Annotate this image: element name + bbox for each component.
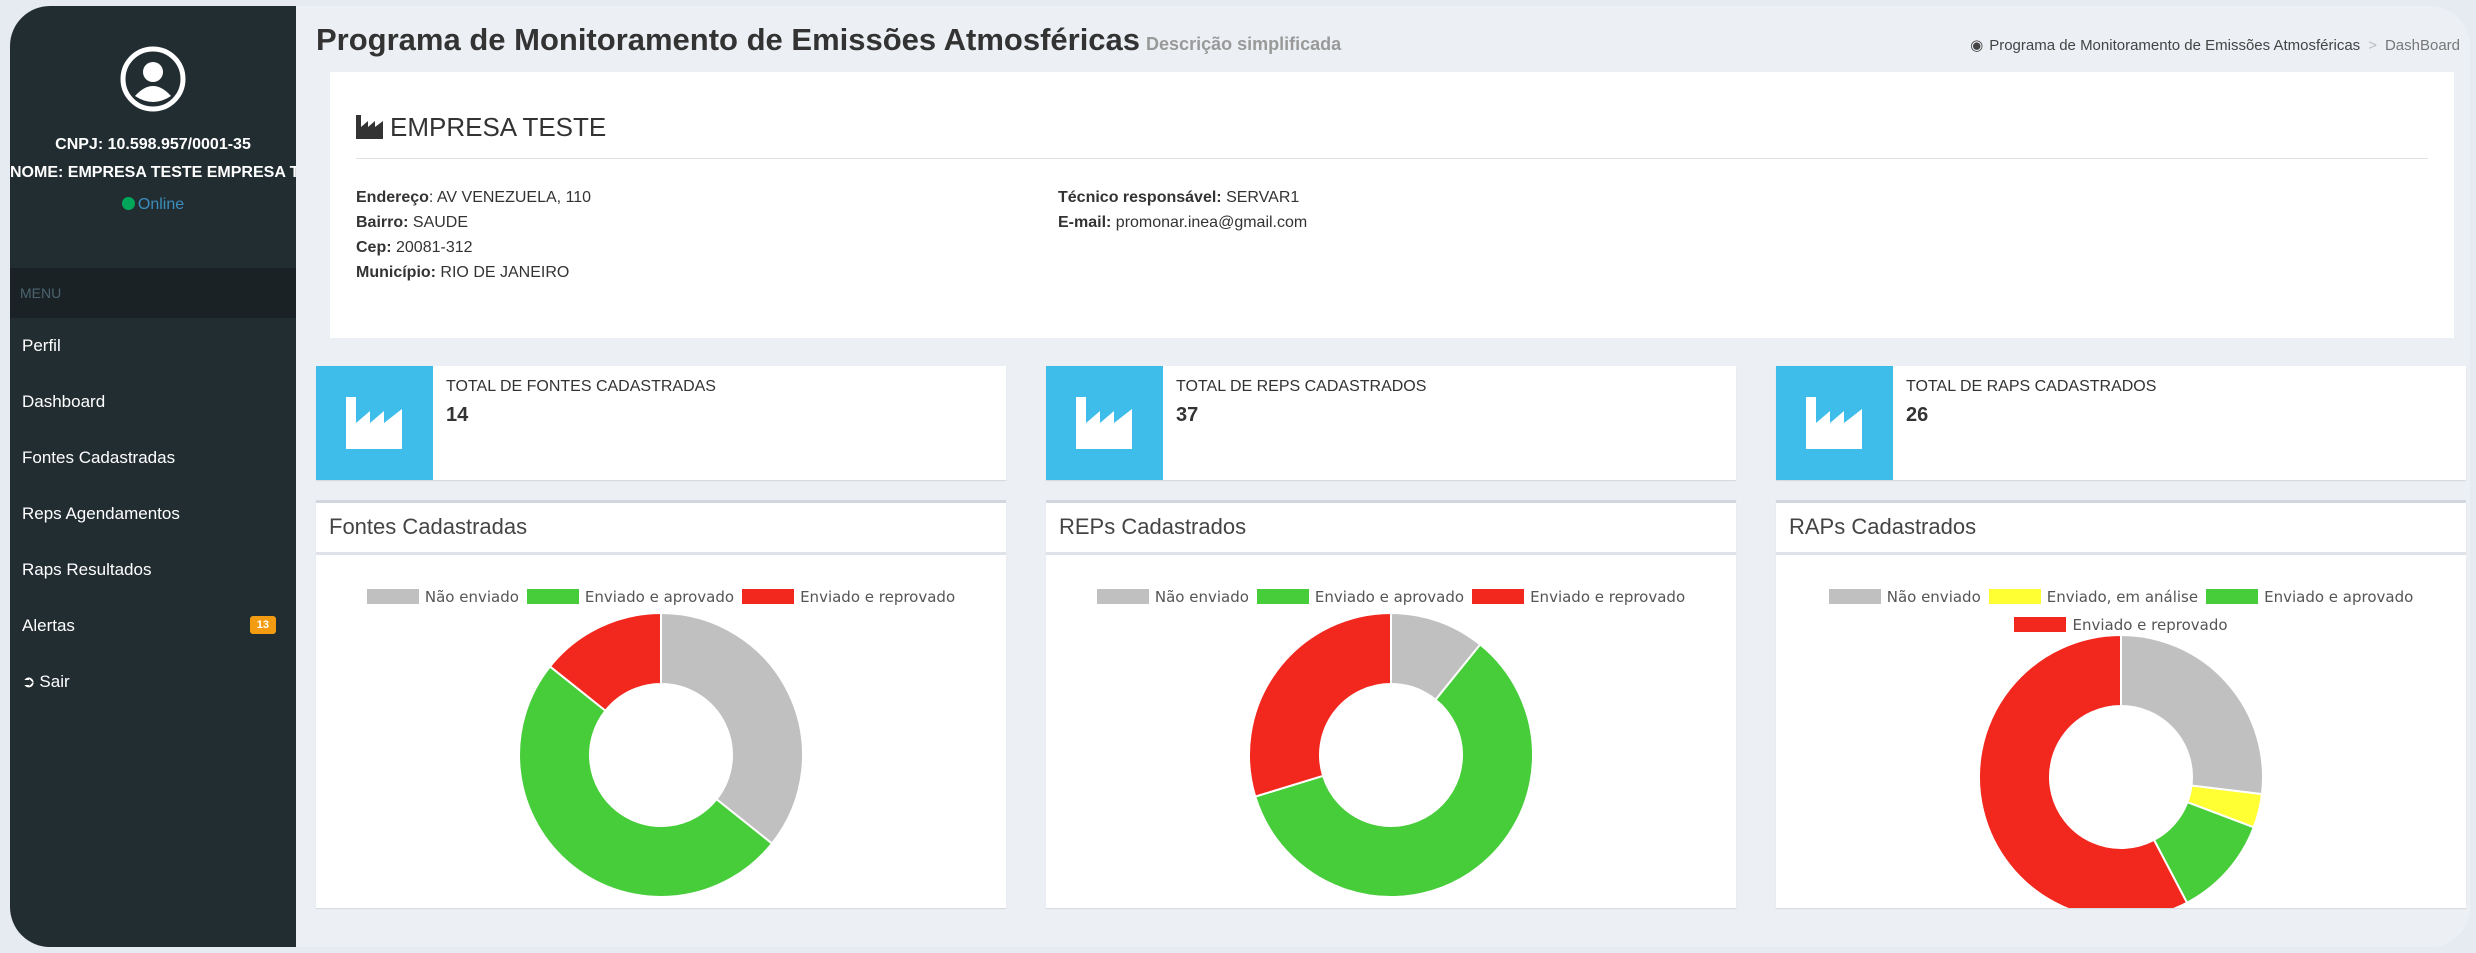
factory-icon [356,115,383,139]
divider [356,158,2428,159]
chart-box-reps: REPs Cadastrados Não enviado Enviado e ap… [1046,500,1736,908]
stat-box-raps: TOTAL DE RAPS CADASTRADOS 26 [1776,366,2466,480]
sidebar-item-label: Alertas [22,616,75,635]
factory-icon [1075,397,1132,449]
sidebar-item-perfil[interactable]: Perfil [10,318,296,374]
page-title: Programa de Monitoramento de Emissões At… [316,22,1341,58]
user-avatar-icon [120,46,186,112]
stat-value: 14 [446,404,469,426]
stat-label: TOTAL DE REPS CADASTRADOS [1176,378,1427,395]
breadcrumb-separator: > [2368,37,2377,54]
stat-label: TOTAL DE FONTES CADASTRADAS [446,378,716,395]
user-cnpj: CNPJ: 10.598.957/0001-35 [55,136,251,153]
company-address-info: Endereço: AV VENEZUELA, 110 Bairro: SAUD… [356,185,591,285]
page-title-text: Programa de Monitoramento de Emissões At… [316,22,1141,57]
stat-box-reps: TOTAL DE REPS CADASTRADOS 37 [1046,366,1736,480]
sidebar-item-label: Sair [39,672,70,691]
sign-out-icon: ➲ [22,674,36,691]
company-box: EMPRESA TESTE Endereço: AV VENEZUELA, 11… [330,72,2454,338]
sidebar-item-alertas[interactable]: Alertas 13 [10,598,296,654]
bairro-value: SAUDE [408,214,469,231]
page-subtitle: Descrição simplificada [1146,34,1342,54]
breadcrumb-current: DashBoard [2384,37,2460,54]
sidebar-item-reps[interactable]: Reps Agendamentos [10,486,296,542]
stat-icon-box [1776,366,1893,480]
municipio-label: Município: [356,264,436,281]
factory-icon [1805,397,1862,449]
chart-box-raps: RAPs Cadastrados Não enviado Enviado, em … [1776,500,2466,908]
address-label: Endereço [356,189,429,206]
sidebar-item-label: Reps Agendamentos [22,504,180,523]
breadcrumb: ◉ Programa de Monitoramento de Emissões A… [1970,36,2460,54]
chart-box-fontes: Fontes Cadastradas Não enviado Enviado e … [316,500,1006,908]
company-name: EMPRESA TESTE [390,112,607,142]
email-label: E-mail: [1058,214,1112,231]
app-frame: CNPJ: 10.598.957/0001-35 NOME: EMPRESA T… [10,6,2470,947]
address-row: Endereço: AV VENEZUELA, 110 [356,185,591,210]
sidebar-item-label: Fontes Cadastradas [22,448,176,467]
sidebar-item-label: Perfil [22,336,61,355]
tecnico-row: Técnico responsável: SERVAR1 [1058,185,1307,210]
stat-box-fontes: TOTAL DE FONTES CADASTRADAS 14 [316,366,1006,480]
cep-label: Cep: [356,239,392,256]
stat-value: 26 [1906,404,1929,426]
menu-header: MENU [10,268,296,318]
municipio-value: RIO DE JANEIRO [435,264,570,281]
sidebar-item-fontes[interactable]: Fontes Cadastradas [10,430,296,486]
tecnico-value: SERVAR1 [1221,189,1300,206]
user-status: Online [10,196,296,214]
user-name: NOME: EMPRESA TESTE EMPRESA TESTE [10,164,296,181]
cep-value: 20081-312 [391,239,473,256]
sidebar-item-label: Raps Resultados [22,560,152,579]
tecnico-label: Técnico responsável: [1058,189,1222,206]
main-content: Programa de Monitoramento de Emissões At… [296,6,2470,947]
breadcrumb-home-link[interactable]: Programa de Monitoramento de Emissões At… [1989,37,2360,54]
municipio-row: Município: RIO DE JANEIRO [356,260,591,285]
stat-value: 37 [1176,404,1199,426]
sidebar-item-dashboard[interactable]: Dashboard [10,374,296,430]
stat-icon-box [1046,366,1163,480]
sidebar-item-sair[interactable]: ➲ Sair [10,654,296,710]
email-value: promonar.inea@gmail.com [1111,214,1308,231]
dashboard-icon: ◉ [1970,37,1984,54]
bairro-label: Bairro: [356,214,409,231]
online-dot-icon [121,197,135,210]
sidebar-item-raps[interactable]: Raps Resultados [10,542,296,598]
bairro-row: Bairro: SAUDE [356,210,591,235]
alert-count-badge: 13 [249,616,276,634]
company-title: EMPRESA TESTE [356,112,606,143]
donut-chart [1978,633,2264,908]
factory-icon [345,397,402,449]
donut-chart [518,611,804,898]
cep-row: Cep: 20081-312 [356,235,591,260]
sidebar-item-label: Dashboard [22,392,106,411]
sidebar: CNPJ: 10.598.957/0001-35 NOME: EMPRESA T… [10,6,296,947]
user-status-label: Online [137,196,185,213]
donut-slice[interactable] [1248,611,1392,798]
stat-label: TOTAL DE RAPS CADASTRADOS [1906,378,2157,395]
donut-slice[interactable] [2120,633,2264,796]
email-row: E-mail: promonar.inea@gmail.com [1058,210,1307,235]
donut-slice[interactable] [660,611,804,845]
donut-chart [1248,611,1534,898]
address-value: : AV VENEZUELA, 110 [428,189,592,206]
company-contact-info: Técnico responsável: SERVAR1 E-mail: pro… [1058,185,1307,235]
user-panel: CNPJ: 10.598.957/0001-35 NOME: EMPRESA T… [10,6,296,268]
stat-icon-box [316,366,433,480]
